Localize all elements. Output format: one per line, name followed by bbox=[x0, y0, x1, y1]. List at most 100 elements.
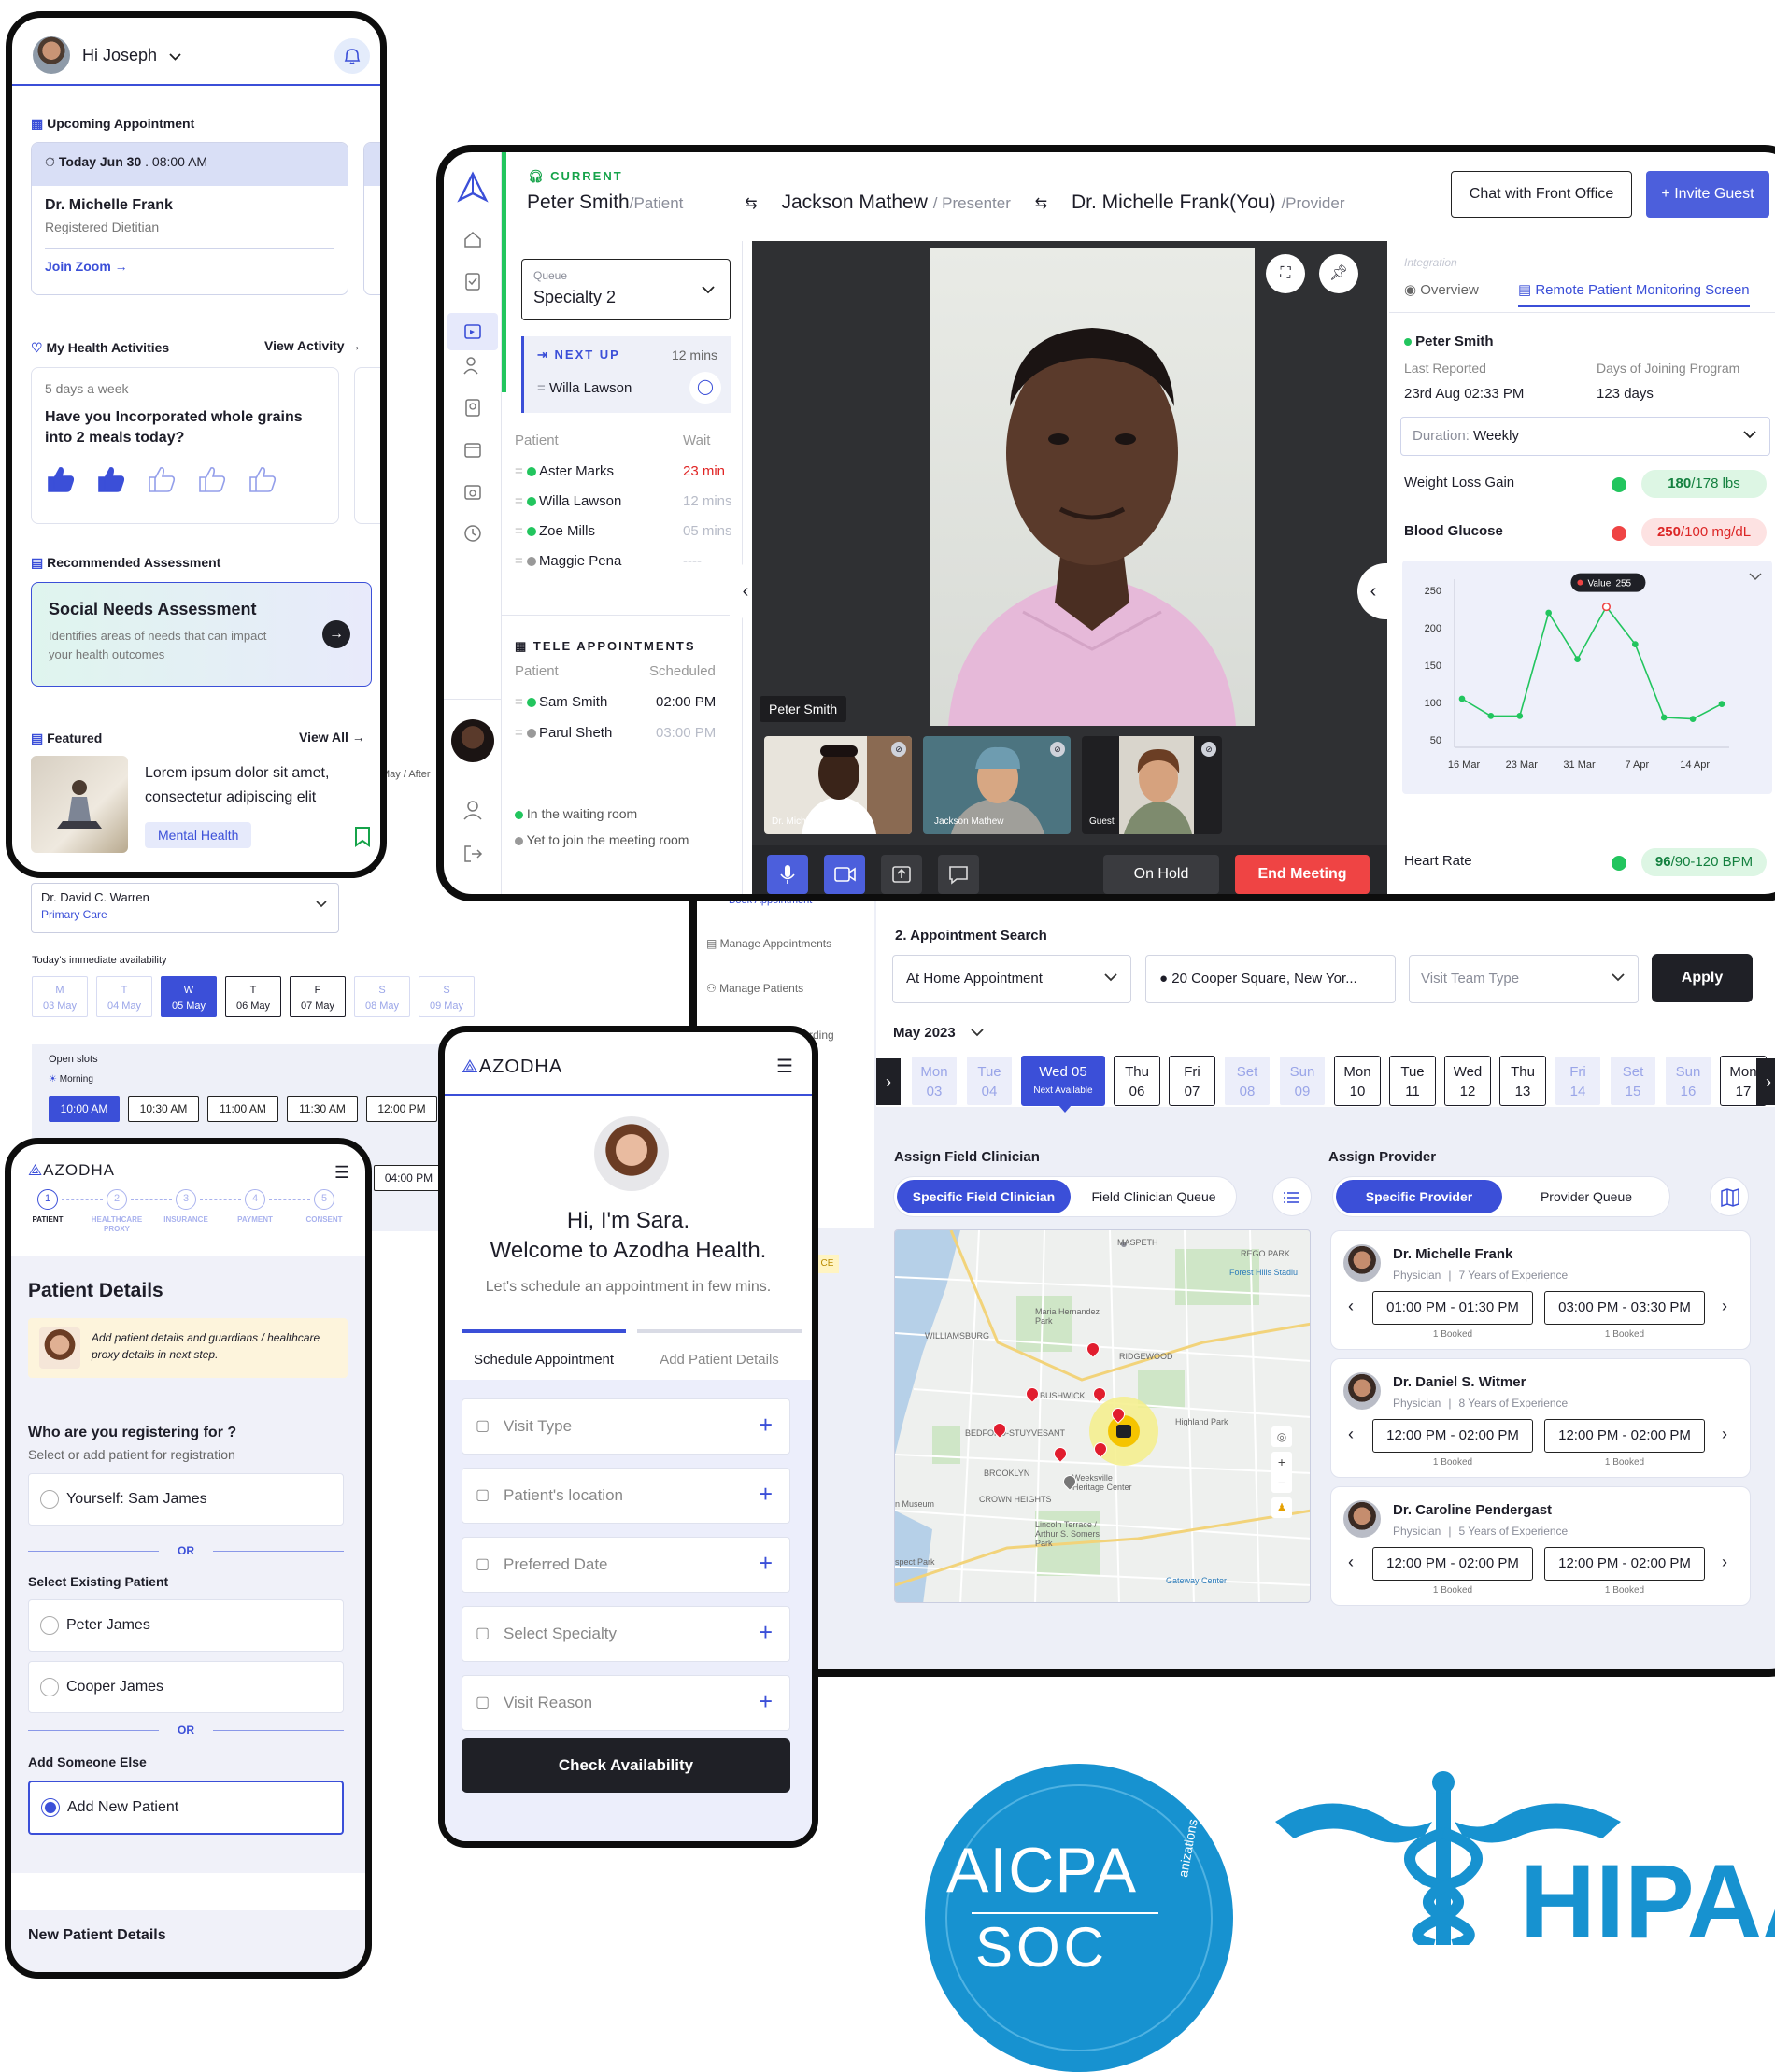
radio-option[interactable]: Yourself: Sam James bbox=[28, 1473, 344, 1526]
date-chip[interactable]: Fri 07 bbox=[1169, 1056, 1215, 1106]
time-slot-button[interactable]: 01:00 PM - 01:30 PM bbox=[1372, 1291, 1533, 1325]
profile-icon[interactable] bbox=[462, 800, 483, 820]
step-circle[interactable]: 2 bbox=[106, 1189, 127, 1210]
main-video[interactable] bbox=[930, 248, 1255, 726]
chevron-right-icon[interactable]: › bbox=[1722, 1553, 1727, 1572]
month-select[interactable]: May 2023 bbox=[893, 1025, 984, 1041]
time-slot-button[interactable]: 12:00 PM - 02:00 PM bbox=[1372, 1419, 1533, 1453]
weekday-chip[interactable]: W 05 May bbox=[161, 976, 217, 1017]
featured-tag[interactable]: Mental Health bbox=[145, 822, 252, 848]
expand-icon[interactable]: ⛶ bbox=[1266, 254, 1305, 293]
radio-option[interactable]: Peter James bbox=[28, 1599, 344, 1652]
date-chip[interactable]: Thu 13 bbox=[1499, 1056, 1546, 1106]
location-input[interactable]: ● 20 Cooper Square, New Yor... bbox=[1145, 955, 1396, 1003]
date-chip[interactable]: Sun 16 bbox=[1665, 1056, 1711, 1106]
slot-button[interactable]: 11:30 AM bbox=[287, 1096, 358, 1122]
activity-card-partial[interactable] bbox=[354, 367, 380, 524]
date-prev-button[interactable]: › bbox=[876, 1058, 901, 1105]
appointment-card-partial[interactable] bbox=[363, 142, 380, 295]
logout-icon[interactable] bbox=[462, 844, 483, 864]
map-view-icon[interactable] bbox=[1710, 1177, 1749, 1216]
provider-card[interactable]: Dr. Caroline Pendergast Physician | 5 Years… bbox=[1330, 1486, 1751, 1606]
clinician-queue-tab[interactable]: Field Clinician Queue bbox=[1074, 1180, 1233, 1213]
thumbs-up-icon[interactable] bbox=[146, 465, 178, 493]
date-chip[interactable]: Wed 05 Next Available bbox=[1021, 1056, 1105, 1113]
video-thumb[interactable]: Jackson Mathew ⊘ bbox=[923, 736, 1071, 834]
bookmark-icon[interactable] bbox=[354, 827, 371, 847]
queue-row[interactable]: = Zoe Mills 05 mins bbox=[515, 523, 739, 539]
date-chip[interactable]: Set 08 bbox=[1224, 1056, 1271, 1106]
avatar[interactable] bbox=[33, 36, 70, 74]
date-chip[interactable]: Set 15 bbox=[1610, 1056, 1656, 1106]
tab-schedule[interactable]: Schedule Appointment bbox=[462, 1329, 626, 1368]
arrow-right-icon[interactable]: → bbox=[322, 620, 350, 648]
chat-front-office-button[interactable]: Chat with Front Office bbox=[1451, 171, 1632, 218]
swap-icon[interactable]: ⇆ bbox=[745, 196, 757, 212]
menu-icon[interactable]: ☰ bbox=[776, 1055, 793, 1078]
form-field[interactable]: ▢ Visit Reason + bbox=[462, 1675, 790, 1731]
time-slot-button[interactable]: 12:00 PM - 02:00 PM bbox=[1372, 1547, 1533, 1581]
weekday-chip[interactable]: T 04 May bbox=[96, 976, 152, 1017]
rating-thumbs[interactable] bbox=[45, 465, 325, 493]
checklist-icon[interactable] bbox=[462, 271, 483, 291]
chevron-left-icon[interactable]: ‹ bbox=[1348, 1553, 1354, 1572]
date-chip[interactable]: Wed 12 bbox=[1444, 1056, 1491, 1106]
chevron-right-icon[interactable]: › bbox=[1722, 1425, 1727, 1444]
date-chip[interactable]: Tue 11 bbox=[1389, 1056, 1436, 1106]
time-slot-button[interactable]: 12:00 PM - 02:00 PM bbox=[1544, 1547, 1705, 1581]
radio-option[interactable]: Cooper James bbox=[28, 1661, 344, 1713]
video-icon[interactable] bbox=[447, 313, 498, 350]
specific-clinician-tab[interactable]: Specific Field Clinician bbox=[897, 1180, 1071, 1213]
id-card-icon[interactable] bbox=[462, 397, 483, 418]
pin-icon[interactable]: 📌︎ bbox=[1319, 254, 1358, 293]
slot-button[interactable]: 10:30 AM bbox=[128, 1096, 199, 1122]
weekday-chip[interactable]: S 09 May bbox=[419, 976, 475, 1017]
date-chip[interactable]: Mon 03 bbox=[911, 1056, 958, 1106]
thumbs-up-icon[interactable] bbox=[45, 465, 77, 493]
provider-select[interactable]: Dr. David C. Warren Primary Care bbox=[31, 883, 339, 933]
swap-icon[interactable]: ⇆ bbox=[1035, 196, 1047, 212]
tab-overview[interactable]: ◉ Overview bbox=[1404, 281, 1479, 298]
next-up-card[interactable]: ⇥ NEXT UP 12 mins = Willa Lawson ◯ bbox=[521, 336, 731, 413]
queue-select[interactable]: Queue Specialty 2 bbox=[521, 259, 731, 320]
home-icon[interactable] bbox=[462, 229, 483, 249]
time-slot-button[interactable]: 03:00 PM - 03:30 PM bbox=[1544, 1291, 1705, 1325]
thumbs-up-icon[interactable] bbox=[196, 465, 228, 493]
radio-option-selected[interactable]: Add New Patient bbox=[28, 1781, 344, 1835]
map-location-icon[interactable]: ◎ bbox=[1271, 1426, 1292, 1447]
step-circle[interactable]: 5 bbox=[314, 1189, 334, 1210]
street-view-icon[interactable]: ♟ bbox=[1271, 1497, 1292, 1518]
appointment-type-select[interactable]: At Home Appointment bbox=[892, 955, 1131, 1003]
menu-manage-patients[interactable]: ⚇ Manage Patients bbox=[706, 982, 803, 995]
slot-button[interactable]: 12:00 PM bbox=[366, 1096, 437, 1122]
date-chip[interactable]: Mon 10 bbox=[1334, 1056, 1381, 1106]
thumbs-up-icon[interactable] bbox=[95, 465, 127, 493]
calendar-icon[interactable] bbox=[462, 439, 483, 460]
date-chip[interactable]: Tue 04 bbox=[966, 1056, 1013, 1106]
featured-image[interactable] bbox=[31, 756, 128, 853]
logo-icon[interactable] bbox=[457, 171, 489, 203]
view-all-link[interactable]: View All → bbox=[299, 730, 365, 745]
provider-queue-tab[interactable]: Provider Queue bbox=[1504, 1180, 1668, 1213]
glucose-chart[interactable]: 250 200 150 100 50 16 Mar 23 Mar 31 Mar 7 Apr 14 … bbox=[1402, 561, 1772, 794]
slot-button[interactable]: 04:00 PM bbox=[374, 1165, 444, 1191]
form-field[interactable]: ▢ Select Specialty + bbox=[462, 1606, 790, 1662]
chevron-right-icon[interactable]: › bbox=[1722, 1297, 1727, 1316]
queue-row[interactable]: = Aster Marks 23 min bbox=[515, 463, 739, 479]
greeting-menu[interactable]: Hi Joseph bbox=[82, 46, 181, 65]
provider-card[interactable]: Dr. Michelle Frank Physician | 7 Years of E… bbox=[1330, 1230, 1751, 1350]
form-field[interactable]: ▢ Visit Type + bbox=[462, 1398, 790, 1455]
date-chip[interactable]: Fri 14 bbox=[1555, 1056, 1601, 1106]
slot-button[interactable]: 10:00 AM bbox=[49, 1096, 120, 1122]
step-circle[interactable]: 4 bbox=[245, 1189, 265, 1210]
form-field[interactable]: ▢ Preferred Date + bbox=[462, 1537, 790, 1593]
activity-card[interactable]: 5 days a week Have you Incorporated whol… bbox=[31, 367, 339, 524]
weekday-chip[interactable]: F 07 May bbox=[290, 976, 346, 1017]
step-circle[interactable]: 3 bbox=[176, 1189, 196, 1210]
date-next-button[interactable]: › bbox=[1756, 1058, 1775, 1105]
plus-icon[interactable]: + bbox=[759, 1411, 773, 1440]
list-view-icon[interactable] bbox=[1272, 1177, 1312, 1216]
weekday-chip[interactable]: T 06 May bbox=[225, 976, 281, 1017]
form-field[interactable]: ▢ Patient's location + bbox=[462, 1468, 790, 1524]
video-thumb[interactable]: Guest ⊘ bbox=[1082, 736, 1222, 834]
